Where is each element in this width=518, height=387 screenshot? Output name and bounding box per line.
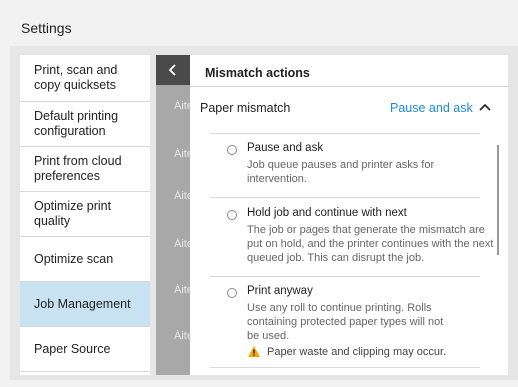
option-description: Use any roll to continue printing. Rolls…	[247, 302, 444, 342]
panel-header: Mismatch actions	[190, 55, 508, 87]
chevron-left-icon	[168, 64, 176, 76]
sidebar-item-default-printing[interactable]: Default printing configuration	[20, 102, 150, 147]
list-fragment: Áite	[174, 330, 190, 342]
option-description: Job queue pauses and printer asks for in…	[247, 159, 435, 185]
divider	[210, 133, 480, 134]
option-title: Print anyway	[247, 285, 313, 297]
paper-mismatch-row[interactable]: Paper mismatch Pause and ask	[190, 88, 500, 128]
sidebar-item-print-quality[interactable]: Optimize print quality	[20, 192, 150, 237]
sidebar-item-label: Paper Source	[34, 341, 111, 356]
list-fragment: Áite	[174, 284, 190, 296]
paper-mismatch-label: Paper mismatch	[200, 101, 291, 115]
sidebar-item-label: Print, scan and copy quicksets	[34, 63, 118, 92]
paper-mismatch-value: Pause and ask	[390, 101, 473, 115]
title-bar: Settings	[0, 0, 518, 46]
window-title: Settings	[21, 20, 72, 36]
sidebar-item-optimize-scan[interactable]: Optimize scan	[20, 237, 150, 282]
warning-row: Paper waste and clipping may occur.	[247, 345, 446, 358]
sidebar-item-label: Job Management	[34, 296, 131, 311]
radio-hold-job[interactable]	[227, 210, 237, 220]
warning-text: Paper waste and clipping may occur.	[267, 345, 447, 358]
radio-pause-and-ask[interactable]	[227, 145, 237, 155]
sidebar-item-label: Optimize print quality	[34, 199, 112, 228]
warning-icon	[248, 346, 260, 357]
sidebar: Print, scan and copy quicksets Default p…	[20, 55, 150, 375]
sidebar-item-cloud-preferences[interactable]: Print from cloud preferences	[20, 147, 150, 192]
option-description: The job or pages that generate the misma…	[247, 224, 494, 264]
option-title: Pause and ask	[247, 142, 324, 154]
list-fragment: Áite	[174, 100, 190, 112]
list-fragment: Áite	[174, 190, 190, 202]
radio-print-anyway[interactable]	[227, 288, 237, 298]
mismatch-actions-panel: Mismatch actions Paper mismatch Pause an…	[190, 55, 508, 375]
sidebar-item-quicksets[interactable]: Print, scan and copy quicksets	[20, 55, 150, 102]
panel-scrollbar[interactable]	[497, 145, 499, 255]
panel-title: Mismatch actions	[205, 66, 310, 80]
divider	[210, 276, 480, 277]
divider	[210, 367, 480, 368]
sidebar-item-job-management[interactable]: Job Management	[20, 282, 150, 327]
chevron-up-icon[interactable]	[478, 102, 492, 112]
divider	[210, 197, 480, 198]
sidebar-item-label: Default printing configuration	[34, 109, 119, 138]
list-fragment: Áite	[174, 238, 190, 250]
sidebar-item-paper-source[interactable]: Paper Source	[20, 327, 150, 372]
option-title: Hold job and continue with next	[247, 207, 407, 219]
list-fragment: Áite	[174, 148, 190, 160]
sidebar-item-label: Optimize scan	[34, 251, 114, 266]
sidebar-item-label: Print from cloud preferences	[34, 154, 122, 183]
back-button[interactable]	[156, 55, 190, 85]
